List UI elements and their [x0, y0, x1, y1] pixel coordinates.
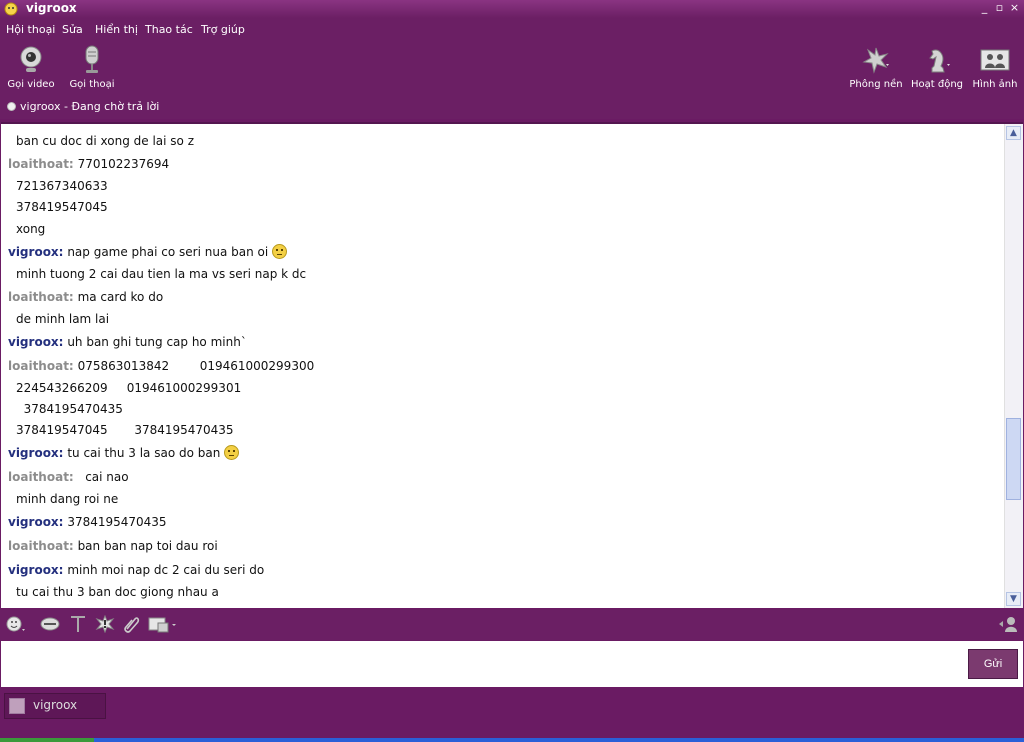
message-line: loaithoat: 770102237694	[8, 157, 170, 171]
message-line: vigroox: minh moi nap dc 2 cai du seri d…	[8, 563, 265, 577]
avatar	[9, 698, 25, 714]
menu-help[interactable]: Trợ giúp	[201, 23, 245, 36]
menu-edit[interactable]: Sửa	[62, 23, 83, 36]
menu-actions[interactable]: Thao tác	[145, 23, 193, 36]
menu-view[interactable]: Hiển thị	[95, 23, 138, 36]
message-line: vigroox: tu cai thu 3 la sao do ban	[8, 445, 240, 460]
message-line: 378419547045	[16, 200, 108, 214]
message-line: loaithoat: ban ban nap toi dau roi	[8, 539, 218, 553]
buzz-icon[interactable]	[95, 615, 115, 633]
video-call-label: Gọi video	[7, 79, 55, 90]
chat-transcript[interactable]: ban cu doc di xong de lai so z loaithoat…	[1, 122, 1023, 608]
contact-status: vigroox - Đang chờ trả lời	[20, 100, 159, 113]
insert-image-icon[interactable]	[148, 615, 178, 633]
worried-emoticon-icon	[224, 445, 240, 460]
message-line: vigroox: 3784195470435	[8, 515, 167, 529]
message-line: minh tuong 2 cai dau tien la ma vs seri …	[16, 267, 307, 281]
input-toolbar	[0, 610, 1024, 640]
chat-scrollbar[interactable]: ▲ ▼	[1004, 124, 1023, 608]
send-button[interactable]: Gửi	[968, 649, 1018, 679]
scroll-up-button[interactable]: ▲	[1006, 126, 1021, 140]
presence-status-icon	[7, 102, 16, 111]
attachment-icon[interactable]	[121, 615, 141, 633]
speaker-name: loaithoat:	[8, 290, 74, 304]
message-line: 378419547045 3784195470435	[16, 423, 234, 437]
message-line: vigroox: uh ban ghi tung cap ho minh`	[8, 335, 247, 349]
conversation-tab-label: vigroox	[33, 698, 78, 712]
message-line: de minh lam lai	[16, 312, 110, 326]
window-title: vigroox	[26, 1, 77, 15]
minimize-button[interactable]: _	[979, 1, 990, 14]
emoticon-picker-icon[interactable]	[6, 615, 26, 633]
voice-call-button[interactable]: Gọi thoại	[62, 42, 122, 94]
speaker-name: loaithoat:	[8, 157, 74, 171]
activity-button[interactable]: Hoạt động	[905, 42, 969, 94]
leaf-background-icon	[862, 47, 889, 74]
webcam-icon	[20, 46, 42, 72]
scroll-down-button[interactable]: ▼	[1006, 592, 1021, 606]
message-line: loaithoat: cai nao	[8, 470, 129, 484]
message-line: 721367340633	[16, 179, 108, 193]
message-line: xong	[16, 222, 46, 236]
images-label: Hình ảnh	[972, 79, 1018, 90]
message-line: tu cai thu 3 ban doc giong nhau a	[16, 585, 219, 599]
menu-bar: Hội thoại Sửa Hiển thị Thao tác Trợ giúp	[0, 18, 1024, 42]
start-button[interactable]	[0, 738, 94, 742]
images-button[interactable]: Hình ảnh	[963, 42, 1024, 94]
speaker-name: vigroox:	[8, 446, 64, 460]
audibles-icon[interactable]	[40, 615, 60, 633]
toolbar: Gọi video Gọi thoại Phông nền Hoạt động …	[0, 42, 1024, 97]
microphone-icon	[85, 45, 99, 73]
speaker-name: vigroox:	[8, 335, 64, 349]
status-separator: -	[63, 100, 68, 113]
photo-sharing-icon	[980, 49, 1010, 71]
speaker-name: vigroox:	[8, 563, 64, 577]
message-line: 3784195470435	[16, 402, 123, 416]
speaker-name: vigroox:	[8, 515, 64, 529]
status-text: Đang chờ trả lời	[71, 100, 160, 113]
maximize-button[interactable]: ▫	[994, 1, 1005, 14]
speaker-name: loaithoat:	[8, 470, 74, 484]
scroll-thumb[interactable]	[1006, 418, 1021, 500]
os-taskbar	[0, 738, 1024, 742]
title-bar: vigroox _ ▫ ×	[0, 0, 1024, 18]
close-button[interactable]: ×	[1009, 1, 1020, 14]
speaker-name: loaithoat:	[8, 539, 74, 553]
contact-profile-icon[interactable]	[998, 615, 1018, 633]
background-label: Phông nền	[849, 79, 903, 90]
contact-name: vigroox	[20, 100, 61, 113]
message-line: vigroox: nap game phai co seri nua ban o…	[8, 244, 288, 259]
message-input[interactable]	[1, 641, 1023, 687]
speaker-name: vigroox:	[8, 245, 64, 259]
chess-knight-icon	[929, 49, 950, 73]
worried-emoticon-icon	[272, 244, 288, 259]
window-controls: _ ▫ ×	[979, 1, 1020, 14]
contact-status-row: vigroox - Đang chờ trả lời	[0, 97, 1024, 119]
conversation-tab[interactable]: vigroox	[4, 693, 106, 719]
voice-call-label: Gọi thoại	[69, 79, 115, 90]
message-line: loaithoat: 075863013842 019461000299300	[8, 359, 315, 373]
message-line: 224543266209 019461000299301	[16, 381, 242, 395]
messenger-logo-icon	[4, 2, 18, 16]
message-line: loaithoat: ma card ko do	[8, 290, 164, 304]
menu-conversation[interactable]: Hội thoại	[6, 23, 55, 36]
message-line: ban cu doc di xong de lai so z	[16, 134, 195, 148]
video-call-button[interactable]: Gọi video	[1, 42, 61, 94]
conversation-tab-strip: vigroox	[0, 689, 1024, 742]
activity-label: Hoạt động	[910, 79, 964, 90]
text-format-icon[interactable]	[68, 615, 88, 633]
message-line: minh dang roi ne	[16, 492, 119, 506]
speaker-name: loaithoat:	[8, 359, 74, 373]
background-button[interactable]: Phông nền	[844, 42, 908, 94]
